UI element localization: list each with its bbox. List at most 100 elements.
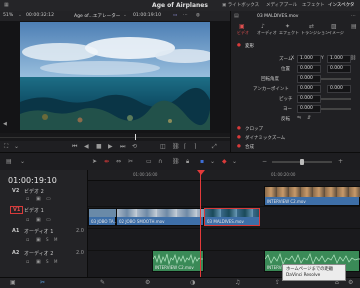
go-to-start-icon[interactable]: ⏮ [72,143,77,151]
lock-icon[interactable]: ▫ [26,196,29,202]
zoom-out-icon[interactable]: − [262,158,267,165]
timeline-view-icon[interactable]: ▤ [6,158,12,165]
track-id[interactable]: V1 [10,206,24,214]
solo-icon[interactable]: S [46,259,49,264]
position-y-field[interactable]: 0.000 [327,65,351,73]
link-icon[interactable]: ⛓ [172,143,180,150]
timeline-ruler[interactable]: 01:00:16:00 01:00:20:00 [88,170,360,181]
tab-transition[interactable]: トランジション [301,30,329,36]
color-page-icon[interactable]: ◑ [190,279,195,286]
viewer-scrub-bar[interactable] [0,133,230,141]
grid-icon[interactable]: ▦ [4,2,9,8]
blade-tool-icon[interactable]: ✂ [128,158,133,165]
flip-horizontal-icon[interactable]: ⇋ [297,115,301,121]
media-page-icon[interactable]: ▣ [10,279,16,286]
mark-in-icon[interactable]: ⌈ [184,143,186,150]
settings-icon[interactable]: ⚙ [348,279,353,286]
more-icon[interactable]: ⋯ [351,13,356,19]
clip-dropdown-icon[interactable]: ⌄ [123,13,127,18]
marker-icon[interactable]: ◆ [222,158,227,165]
selection-tool-icon[interactable]: ➤ [92,158,97,165]
dynamic-zoom-section[interactable]: ● ダイナミックズーム [231,135,360,143]
auto-select-icon[interactable]: ▣ [36,259,41,265]
flag-icon[interactable]: ▪ [200,158,204,165]
match-frame-icon[interactable]: ◫ [160,143,166,150]
composite-section[interactable]: ● 合成 [231,144,360,152]
clip-v1-c[interactable]: 03 MALDIVES.mov [204,208,260,226]
yaw-slider[interactable] [321,108,351,110]
cut-page-icon[interactable]: ✂ [40,279,45,286]
edit-page-icon[interactable]: ✎ [100,279,105,286]
effects-tab-icon[interactable]: ✦ [285,23,290,30]
tab-image[interactable]: イメージ [328,30,344,36]
clip-v2[interactable]: INTERVIEW C2.mov [264,186,360,206]
tab-audio[interactable]: オーディオ [257,30,277,36]
anchor-y-field[interactable]: 0.000 [327,85,351,93]
lock-icon[interactable]: 🔒︎ [186,158,189,166]
clip-v1-b[interactable]: 02 JOBO SMOOTH.mov [116,208,205,226]
position-x-field[interactable]: 0.000 [297,65,321,73]
rotation-slider[interactable] [321,78,351,80]
zoom-y-field[interactable]: 1.000 [327,55,351,63]
go-to-end-icon[interactable]: ⏭ [120,143,125,151]
more-options-icon[interactable]: ⋯ [183,13,188,18]
transition-tab-icon[interactable]: ⇄ [309,23,314,30]
viewer-left-icon[interactable]: ◀ [3,121,7,127]
magnet-icon[interactable]: ∩ [158,158,162,165]
link-icon[interactable]: ⛓ [350,55,356,61]
audio-tab-icon[interactable]: ♪ [261,23,265,30]
visibility-icon[interactable]: ▭ [46,217,51,223]
mute-icon[interactable]: M [54,259,57,264]
mute-icon[interactable]: M [54,237,57,242]
tab-effects[interactable]: エフェクト [279,30,299,36]
auto-select-icon[interactable]: ▣ [36,237,41,243]
zoom-dropdown-icon[interactable]: ⌄ [18,13,22,18]
trim-tool-icon[interactable]: ⇹ [104,158,109,165]
zoom-level[interactable]: 51% [3,13,13,18]
timeline-zoom-handle[interactable] [300,159,304,165]
anchor-x-field[interactable]: 0.000 [297,85,321,93]
deliver-page-icon[interactable]: ⇪ [275,279,280,286]
lock-icon[interactable]: ▫ [26,237,29,243]
fairlight-page-icon[interactable]: ♫ [235,279,240,286]
play-reverse-icon[interactable]: ◀ [84,143,89,150]
pitch-field[interactable]: 0.000 [297,95,321,103]
insert-clip-icon[interactable]: ▭ [146,158,152,165]
flip-vertical-icon[interactable]: ⇵ [307,115,311,121]
video-tab-icon[interactable]: ▣ [239,23,245,30]
lock-icon[interactable]: ▫ [26,259,29,265]
transform-header[interactable]: ● 変形 [231,43,360,51]
crop-icon[interactable]: ⛶ [4,143,8,151]
fusion-page-icon[interactable]: ⚙ [145,279,150,286]
clip-v1-a[interactable]: 03 JOBO TA... [88,208,117,226]
crop-section[interactable]: ● クロップ [231,126,360,134]
rotation-field[interactable]: 0.000 [297,75,321,83]
effects-button[interactable]: エフェクト [302,2,325,8]
audio-icon[interactable]: ◍ [196,13,200,18]
play-icon[interactable]: ▶ [108,143,113,150]
chevron-down-icon[interactable]: ⌄ [14,143,19,150]
track-name[interactable]: オーディオ 2 [24,250,53,257]
stop-icon[interactable]: ■ [96,143,102,150]
lock-icon[interactable]: ▫ [26,217,29,223]
mixer-button[interactable]: メディアプール [266,2,297,8]
scrub-playhead[interactable] [135,134,136,140]
track-name[interactable]: ビデオ 2 [24,188,44,195]
visibility-icon[interactable]: ▭ [46,196,51,202]
mark-out-icon[interactable]: ⌉ [194,143,196,150]
auto-select-icon[interactable]: ▣ [36,196,41,202]
lightbox-button[interactable]: ▣ ライトボックス [222,2,259,8]
image-tab-icon[interactable]: ▨ [331,23,337,30]
track-name[interactable]: ビデオ 1 [24,207,44,214]
yaw-field[interactable]: 0.000 [297,105,321,113]
dynamic-trim-icon[interactable]: ⇔ [116,158,121,165]
link-clips-icon[interactable]: ⛓ [172,158,180,165]
loop-icon[interactable]: ⟲ [132,143,137,150]
tab-video[interactable]: ビデオ [237,30,249,36]
timeline-options-icon[interactable]: ⌄ [20,158,25,165]
zoom-x-field[interactable]: 1.000 [297,55,321,63]
zoom-in-icon[interactable]: + [338,158,343,165]
inspector-button[interactable]: インスペクタ [328,2,354,8]
solo-icon[interactable]: S [46,237,49,242]
auto-select-icon[interactable]: ▣ [36,217,41,223]
